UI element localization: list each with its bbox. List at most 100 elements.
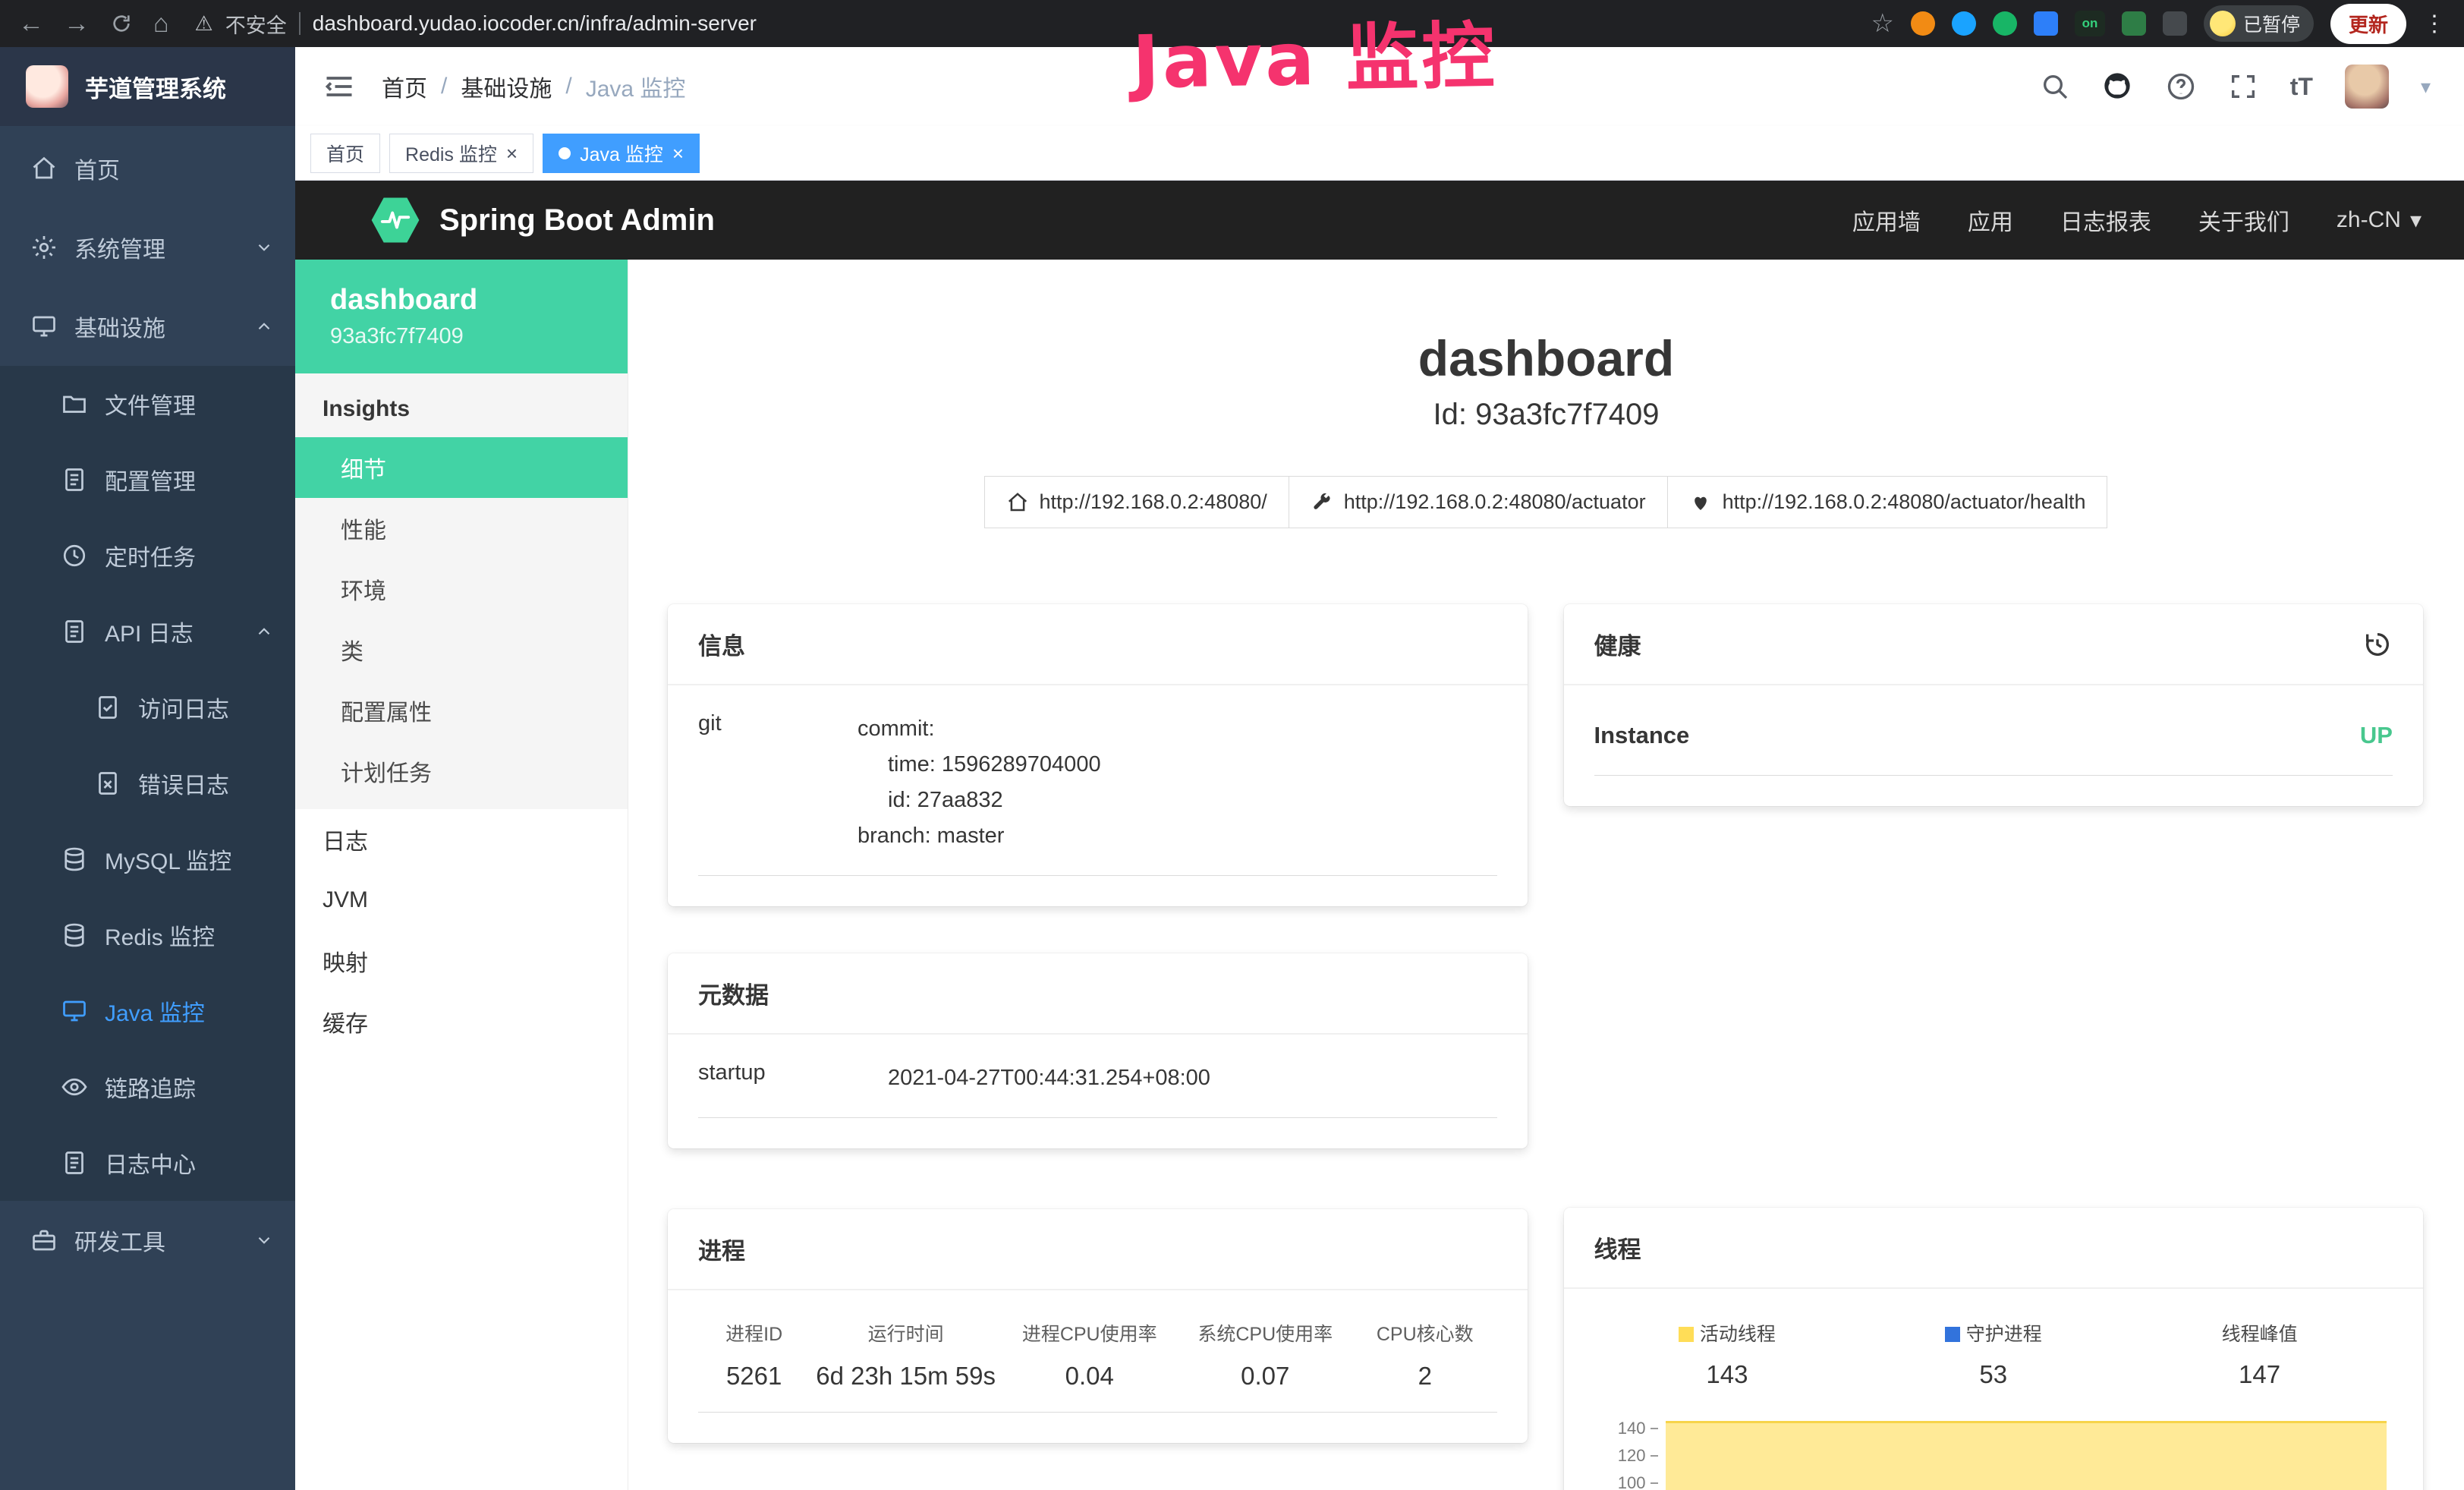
sidebar-item-system[interactable]: 系统管理 (0, 208, 295, 287)
menu-item-config-props[interactable]: 配置属性 (295, 680, 628, 741)
font-size-icon[interactable]: tT (2290, 73, 2313, 101)
menu-item-details[interactable]: 细节 (295, 437, 628, 498)
process-col-pid: 进程ID (698, 1316, 810, 1362)
sba-logo-icon[interactable] (371, 196, 420, 244)
breadcrumb-home[interactable]: 首页 (382, 70, 427, 103)
sidebar-item-access-logs[interactable]: 访问日志 (0, 669, 295, 745)
commit-id: id: 27aa832 (858, 783, 1101, 818)
process-card: 进程 进程ID 运行时间 进程CPU使用率 系统CPU使用率 (668, 1209, 1528, 1443)
breadcrumb-infrastructure[interactable]: 基础设施 (461, 70, 552, 103)
sidebar-item-scheduled-jobs[interactable]: 定时任务 (0, 518, 295, 594)
address-bar[interactable]: ⚠ 不安全 dashboard.yudao.iocoder.cn/infra/a… (189, 9, 1852, 39)
avatar-caret-icon[interactable]: ▾ (2421, 75, 2431, 99)
yellow-legend-swatch (1679, 1327, 1694, 1342)
health-instance-row: Instance UP (1594, 711, 2393, 776)
sidebar-item-infrastructure[interactable]: 基础设施 (0, 287, 295, 366)
extension-icon-leaf[interactable] (2122, 11, 2146, 36)
sidebar-item-log-center[interactable]: 日志中心 (0, 1125, 295, 1201)
menu-item-scheduled-tasks[interactable]: 计划任务 (295, 741, 628, 802)
tab-redis-monitor[interactable]: Redis 监控 × (389, 134, 533, 173)
help-icon[interactable] (2166, 71, 2196, 102)
sidebar-item-dev-tools[interactable]: 研发工具 (0, 1201, 295, 1280)
sidebar-item-file-management[interactable]: 文件管理 (0, 366, 295, 442)
sidebar-item-java-monitor[interactable]: Java 监控 (0, 973, 295, 1049)
sidebar-item-error-logs[interactable]: 错误日志 (0, 745, 295, 821)
extension-on-badge[interactable]: on (2075, 11, 2105, 36)
health-card: 健康 Instance UP (1564, 604, 2424, 806)
detail-cards: 信息 git commit: time: 1596289704000 id: 2… (628, 528, 2464, 1490)
browser-home-icon[interactable]: ⌂ (153, 11, 169, 36)
menu-item-mappings[interactable]: 映射 (295, 931, 628, 991)
browser-actions: ☆ on 已暂停 更新 ⋮ (1871, 4, 2446, 44)
threads-chart-y-axis: 140 120 100 (1594, 1415, 1664, 1490)
bookmark-star-icon[interactable]: ☆ (1871, 11, 1893, 36)
github-icon[interactable] (2102, 71, 2134, 102)
document-check-icon (94, 694, 121, 721)
sba-locale-select[interactable]: zh-CN ▾ (2337, 207, 2422, 234)
extension-icon-drop[interactable] (1952, 11, 1976, 36)
extension-icon-pin[interactable] (2163, 11, 2187, 36)
not-secure-warning-icon: ⚠ (195, 12, 213, 36)
sidebar-item-api-logs[interactable]: API 日志 (0, 594, 295, 669)
sidebar-item-tracing[interactable]: 链路追踪 (0, 1049, 295, 1125)
sidebar-item-mysql-monitor[interactable]: MySQL 监控 (0, 821, 295, 897)
sidebar-item-home[interactable]: 首页 (0, 129, 295, 208)
instance-link-service[interactable]: http://192.168.0.2:48080/ (984, 476, 1289, 528)
legend-value: 143 (1594, 1360, 1861, 1389)
menu-item-logs[interactable]: 日志 (295, 809, 628, 870)
sba-nav-about[interactable]: 关于我们 (2198, 203, 2289, 237)
sba-nav-wallboard[interactable]: 应用墙 (1852, 203, 1921, 237)
sba-nav-journal[interactable]: 日志报表 (2060, 203, 2151, 237)
close-icon[interactable]: × (672, 143, 684, 163)
profile-paused-chip[interactable]: 已暂停 (2204, 5, 2314, 42)
menu-item-classes[interactable]: 类 (295, 619, 628, 680)
back-icon[interactable]: ← (18, 11, 44, 36)
blue-legend-swatch (1945, 1327, 1960, 1342)
sba-nav: 应用墙 应用 日志报表 关于我们 zh-CN ▾ (1852, 203, 2422, 237)
user-avatar[interactable] (2345, 65, 2389, 109)
menu-item-environment[interactable]: 环境 (295, 559, 628, 619)
sidebar-item-redis-monitor[interactable]: Redis 监控 (0, 897, 295, 973)
browser-menu-icon[interactable]: ⋮ (2423, 11, 2446, 37)
fullscreen-icon[interactable] (2228, 71, 2258, 102)
health-status-badge: UP (2360, 722, 2393, 749)
extension-icon-green[interactable] (1993, 11, 2017, 36)
sidebar-item-label: 首页 (74, 152, 120, 185)
sidebar-item-label: 文件管理 (105, 387, 196, 421)
menu-item-caches[interactable]: 缓存 (295, 991, 628, 1052)
menu-item-performance[interactable]: 性能 (295, 498, 628, 559)
eye-icon (61, 1073, 88, 1101)
sidebar-item-config-management[interactable]: 配置管理 (0, 442, 295, 518)
paused-label: 已暂停 (2243, 10, 2300, 37)
chrome-update-button[interactable]: 更新 (2330, 4, 2406, 44)
sidebar-logo[interactable]: 芋道管理系统 (0, 47, 295, 126)
sba-brand-title[interactable]: Spring Boot Admin (439, 203, 715, 238)
extension-icon-grid[interactable] (2034, 11, 2058, 36)
history-icon[interactable] (2362, 629, 2393, 660)
tab-java-monitor[interactable]: Java 监控 × (543, 134, 700, 173)
instance-name: dashboard (330, 284, 628, 317)
close-icon[interactable]: × (506, 143, 518, 163)
reload-icon[interactable] (109, 11, 134, 36)
menu-item-jvm[interactable]: JVM (295, 870, 628, 931)
sba-nav-applications[interactable]: 应用 (1968, 203, 2013, 237)
legend-daemon-threads: 守护进程 53 (1860, 1319, 2126, 1389)
process-value-row: 5261 6d 23h 15m 59s 0.04 0.07 2 (698, 1362, 1497, 1413)
sidebar-item-label: API 日志 (105, 615, 194, 648)
instance-link-health[interactable]: http://192.168.0.2:48080/actuator/health (1667, 476, 2108, 528)
cards-left-column: 信息 git commit: time: 1596289704000 id: 2… (668, 604, 1528, 1443)
forward-icon[interactable]: → (64, 11, 90, 36)
instance-link-actuator[interactable]: http://192.168.0.2:48080/actuator (1289, 476, 1668, 528)
tab-home[interactable]: 首页 (310, 134, 380, 173)
sidebar-item-label: MySQL 监控 (105, 843, 231, 876)
document-icon (61, 618, 88, 645)
sidebar-item-label: 日志中心 (105, 1146, 196, 1180)
legend-label: 守护进程 (1966, 1324, 2042, 1345)
search-icon[interactable] (2040, 71, 2070, 102)
instance-header[interactable]: dashboard 93a3fc7f7409 (295, 260, 628, 373)
hamburger-icon[interactable] (323, 70, 356, 103)
sidebar-item-label: Java 监控 (105, 994, 205, 1028)
active-tab-dot (559, 147, 571, 159)
process-table: 进程ID 运行时间 进程CPU使用率 系统CPU使用率 CPU核心数 (698, 1316, 1497, 1413)
extension-icon-orange[interactable] (1911, 11, 1935, 36)
